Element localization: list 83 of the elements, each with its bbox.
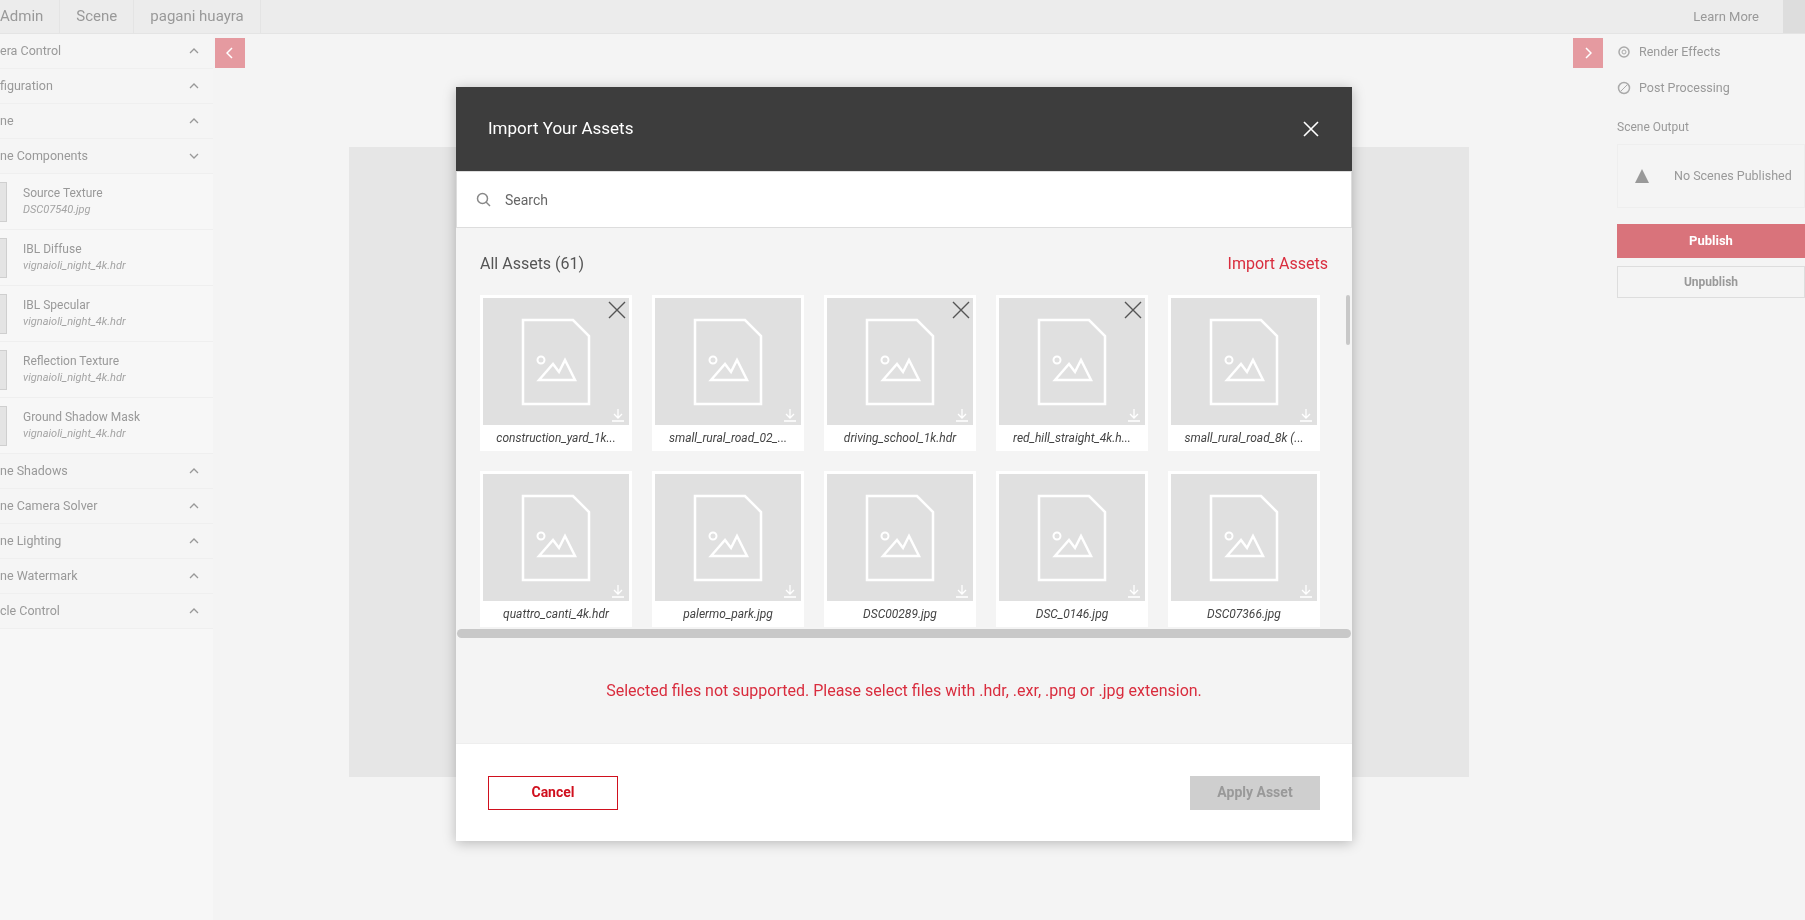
remove-button[interactable] (608, 301, 626, 319)
asset-name: small_rural_road_8k (... (1183, 430, 1305, 447)
component-label: IBL Specular (23, 297, 91, 315)
breadcrumb-link[interactable]: pagani huayra (134, 0, 261, 33)
vertical-scrollbar[interactable] (1346, 295, 1350, 345)
breadcrumb-link[interactable]: Admin (0, 0, 61, 33)
collapse-button[interactable] (215, 38, 245, 68)
asset-name: quattro_canti_4k.hdr (502, 606, 611, 623)
component-file: vignaioli_night_4k.hdr (23, 370, 126, 387)
cancel-button[interactable]: Cancel (488, 775, 618, 810)
download-icon[interactable] (1127, 584, 1141, 598)
asset-name: DSC00289.jpg (862, 606, 938, 623)
asset-name: DSC_0146.jpg (1034, 606, 1110, 623)
asset-name: small_rural_road_02_... (667, 430, 789, 447)
close-icon (952, 301, 970, 319)
component-file: vignaioli_night_4k.hdr (23, 258, 126, 275)
image-file-icon (521, 493, 591, 582)
component-label: Reflection Texture (23, 353, 121, 371)
image-file-icon (1209, 493, 1279, 582)
download-icon[interactable] (1299, 408, 1313, 422)
download-icon[interactable] (611, 408, 625, 422)
component-label: Ground Shadow Mask (23, 409, 141, 427)
close-icon (608, 301, 626, 319)
unpublish-button[interactable]: Unpublish (1617, 266, 1805, 298)
image-file-icon (693, 493, 763, 582)
asset-name: DSC07366.jpg (1206, 606, 1282, 623)
close-icon (1302, 120, 1320, 138)
asset-tile[interactable]: small_rural_road_02_... (652, 295, 804, 451)
empty-message: No Scenes Published (1674, 166, 1792, 185)
asset-name: palermo_park.jpg (682, 606, 774, 623)
search-icon (476, 192, 491, 207)
chevron-right-icon (1584, 47, 1592, 59)
panel-menu-item[interactable]: Post Processing (1617, 70, 1805, 106)
logo-icon (1634, 168, 1650, 184)
download-icon[interactable] (1127, 408, 1141, 422)
image-file-icon (1037, 317, 1107, 406)
download-icon[interactable] (1299, 584, 1313, 598)
remove-button[interactable] (952, 301, 970, 319)
image-file-icon (1209, 317, 1279, 406)
gear-icon (1617, 45, 1631, 59)
image-file-icon (865, 493, 935, 582)
close-icon (1124, 301, 1142, 319)
asset-tile[interactable]: palermo_park.jpg (652, 471, 804, 627)
component-label: Source Texture (23, 185, 103, 203)
close-button[interactable] (1302, 120, 1320, 138)
download-icon[interactable] (955, 408, 969, 422)
component-file: vignaioli_night_4k.hdr (23, 426, 127, 443)
asset-name: driving_school_1k.hdr (842, 430, 958, 447)
image-file-icon (693, 317, 763, 406)
download-icon[interactable] (611, 584, 625, 598)
asset-name: construction_yard_1k... (495, 430, 617, 447)
image-file-icon (521, 317, 591, 406)
remove-button[interactable] (1124, 301, 1142, 319)
asset-tile[interactable]: red_hill_straight_4k.h... (996, 295, 1148, 451)
publish-button[interactable]: Publish (1617, 224, 1805, 258)
asset-tile[interactable]: construction_yard_1k... (480, 295, 632, 451)
horizontal-scrollbar[interactable] (457, 629, 1351, 638)
asset-tile[interactable]: quattro_canti_4k.hdr (480, 471, 632, 627)
image-file-icon (1037, 493, 1107, 582)
component-file: DSC07540.jpg (23, 202, 92, 219)
download-icon[interactable] (783, 408, 797, 422)
asset-tile[interactable]: small_rural_road_8k (... (1168, 295, 1320, 451)
asset-name: red_hill_straight_4k.h... (1012, 430, 1132, 447)
asset-tile[interactable]: DSC_0146.jpg (996, 471, 1148, 627)
error-message: Selected files not supported. Please select files with .hdr, .exr, .png or .jpg extension. (606, 679, 1202, 702)
asset-tile[interactable]: DSC00289.jpg (824, 471, 976, 627)
asset-tile[interactable]: DSC07366.jpg (1168, 471, 1320, 627)
chevron-left-icon (226, 47, 234, 59)
breadcrumb-link[interactable]: Scene (60, 0, 135, 33)
component-label: IBL Diffuse (23, 241, 83, 259)
asset-count: All Assets (61) (480, 253, 585, 275)
expand-button[interactable] (1573, 38, 1603, 68)
panel-menu-item[interactable]: Render Effects (1617, 34, 1805, 70)
download-icon[interactable] (783, 584, 797, 598)
learn-more-link[interactable]: Learn More (1693, 6, 1759, 27)
section-heading: Scene Output (1617, 119, 1690, 136)
component-file: vignaioli_night_4k.hdr (23, 314, 126, 331)
import-assets-link[interactable]: Import Assets (1227, 252, 1328, 276)
asset-tile[interactable]: driving_school_1k.hdr (824, 295, 976, 451)
download-icon[interactable] (955, 584, 969, 598)
dialog-title: Import Your Assets (488, 117, 634, 141)
image-file-icon (865, 317, 935, 406)
search-field[interactable]: Search (456, 171, 1352, 228)
